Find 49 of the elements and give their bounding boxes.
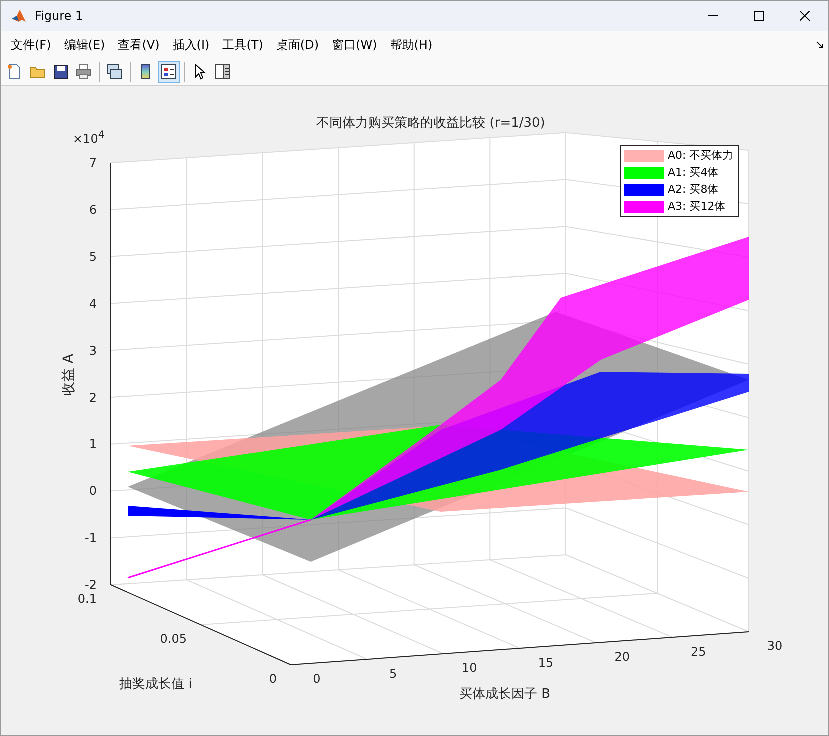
new-file-icon <box>7 64 23 80</box>
x-axis-label: 买体成长因子 B <box>459 686 551 703</box>
z-axis-label: 收益 A <box>60 354 78 396</box>
menu-item[interactable]: 插入(I) <box>166 36 216 54</box>
y-axis-label: 抽奖成长值 i <box>120 676 192 693</box>
dock-arrow-icon[interactable] <box>816 41 824 49</box>
menu-item[interactable]: 编辑(E) <box>58 36 112 54</box>
x-tick-label: 0 <box>313 672 321 686</box>
z-tick-label: 7 <box>89 156 97 170</box>
chart-title: 不同体力购买策略的收益比较 (r=1/30) <box>316 115 546 132</box>
z-tick-label: -2 <box>85 578 97 592</box>
x-tick-label: 30 <box>767 639 783 653</box>
close-icon <box>800 11 810 21</box>
menu-item[interactable]: 窗口(W) <box>326 36 384 54</box>
z-tick-label: 4 <box>89 296 97 311</box>
toolbar-button[interactable] <box>158 61 180 83</box>
z-tick-label: 6 <box>89 202 97 217</box>
z-tick-label: 0 <box>89 484 97 498</box>
linked-windows-icon <box>107 64 123 80</box>
z-tick-label: 2 <box>89 390 97 404</box>
window-title: Figure 1 <box>35 9 84 23</box>
axis-multiplier: ×10$^{4}$ <box>73 130 105 146</box>
printer-icon <box>76 64 92 80</box>
legend-label: A0: 不买体力 <box>668 148 734 163</box>
menu-item[interactable]: 帮助(H) <box>384 36 439 54</box>
legend-label: A1: 买4体 <box>668 165 719 180</box>
y-tick-label: 0.05 <box>160 632 187 646</box>
z-tick-label: 1 <box>89 437 97 452</box>
panel-icon <box>215 64 231 80</box>
maximize-icon <box>754 11 764 21</box>
z-tick-label: -1 <box>85 531 97 546</box>
z-tick-label: 5 <box>89 250 97 264</box>
y-tick-label: 0 <box>269 672 277 686</box>
z-tick-label: 3 <box>89 344 97 358</box>
menu-item[interactable]: 文件(F) <box>5 36 58 54</box>
menu-item[interactable]: 工具(T) <box>216 36 270 54</box>
legend-label: A3: 买12体 <box>668 199 726 214</box>
x-tick-label: 5 <box>390 666 398 680</box>
menu-item[interactable]: 查看(V) <box>112 36 166 54</box>
save-icon <box>53 64 69 80</box>
x-tick-label: 10 <box>462 661 478 675</box>
menu-item[interactable]: 桌面(D) <box>270 36 326 54</box>
x-tick-label: 15 <box>538 656 554 670</box>
y-tick-label: 0.1 <box>78 592 97 606</box>
legend-icon <box>161 64 177 80</box>
app-logo-icon <box>11 8 27 24</box>
x-tick-label: 20 <box>614 650 630 664</box>
x-tick-label: 25 <box>691 644 706 658</box>
legend-label: A2: 买8体 <box>668 182 719 197</box>
